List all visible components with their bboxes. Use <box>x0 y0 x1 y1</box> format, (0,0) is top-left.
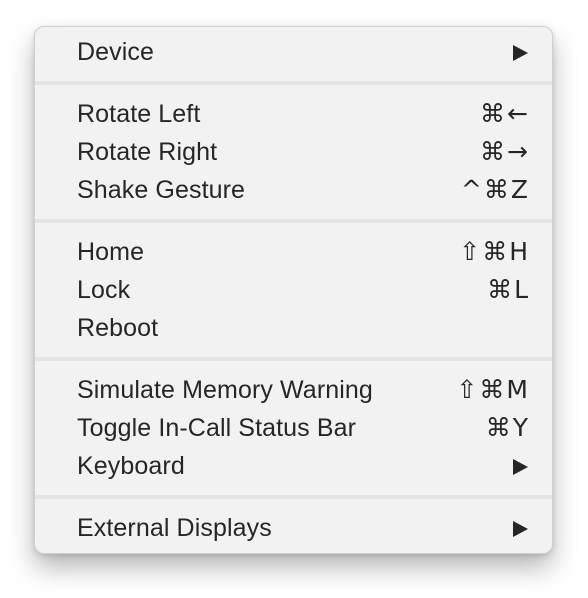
menu-item-shake-gesture[interactable]: Shake Gesture ^⌘Z <box>35 171 552 209</box>
menu-item-rotate-left[interactable]: Rotate Left ⌘← <box>35 95 552 133</box>
menu-item-label: Toggle In-Call Status Bar <box>77 414 357 442</box>
menu-item-shortcut: ⇧⌘M <box>456 375 530 404</box>
menu-item-device[interactable]: Device <box>35 33 552 71</box>
menu-item-label: Keyboard <box>77 452 185 480</box>
menu-item-home[interactable]: Home ⇧⌘H <box>35 233 552 271</box>
menu-item-lock[interactable]: Lock ⌘L <box>35 271 552 309</box>
menu-item-reboot[interactable]: Reboot <box>35 309 552 347</box>
menu-item-external-displays[interactable]: External Displays <box>35 509 552 547</box>
menu-item-simulate-memory-warning[interactable]: Simulate Memory Warning ⇧⌘M <box>35 371 552 409</box>
menu-item-toggle-in-call-status-bar[interactable]: Toggle In-Call Status Bar ⌘Y <box>35 409 552 447</box>
menu-item-label: Lock <box>77 276 131 304</box>
menu-item-label: Rotate Left <box>77 100 201 128</box>
menu-item-label: Simulate Memory Warning <box>77 376 373 404</box>
menu-item-shortcut: ^⌘Z <box>460 175 530 204</box>
menu-item-label: Device <box>77 38 155 66</box>
menu-item-shortcut: ⇧⌘H <box>459 237 530 266</box>
menu-separator <box>35 219 552 223</box>
context-menu: Device Rotate Left ⌘← Rotate Right ⌘→ Sh… <box>34 26 553 554</box>
menu-separator <box>35 357 552 361</box>
menu-item-shortcut: ⌘L <box>487 275 530 304</box>
menu-item-shortcut: ⌘→ <box>480 137 530 166</box>
menu-item-label: Home <box>77 238 145 266</box>
submenu-arrow-icon <box>513 521 528 537</box>
menu-item-shortcut: ⌘← <box>480 99 530 128</box>
submenu-arrow-icon <box>513 459 528 475</box>
menu-item-label: Shake Gesture <box>77 176 246 204</box>
menu-item-keyboard[interactable]: Keyboard <box>35 447 552 485</box>
menu-item-rotate-right[interactable]: Rotate Right ⌘→ <box>35 133 552 171</box>
menu-item-label: External Displays <box>77 514 272 542</box>
menu-item-label: Rotate Right <box>77 138 218 166</box>
menu-separator <box>35 81 552 85</box>
menu-separator <box>35 495 552 499</box>
menu-item-label: Reboot <box>77 314 159 342</box>
menu-item-shortcut: ⌘Y <box>485 413 530 442</box>
submenu-arrow-icon <box>513 45 528 61</box>
